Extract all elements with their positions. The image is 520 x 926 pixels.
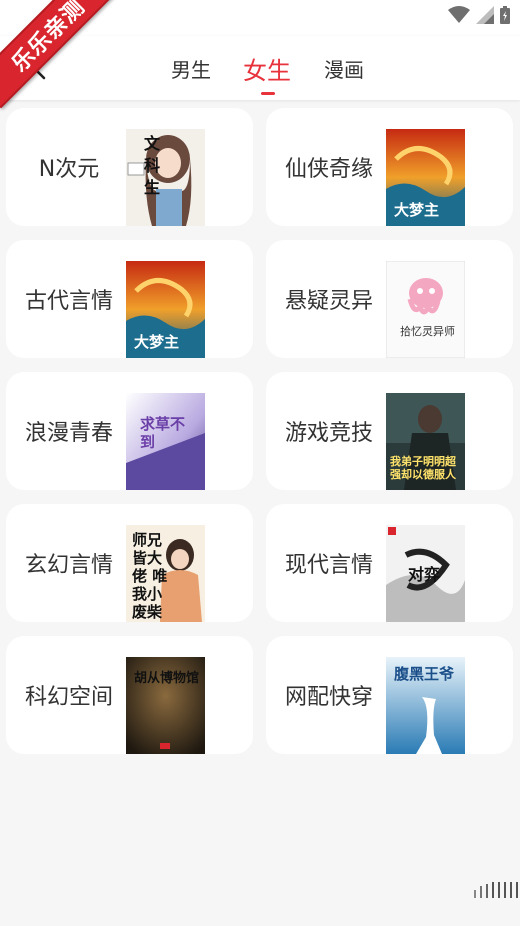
category-label: 仙侠奇缘 bbox=[284, 157, 373, 182]
category-card-modern-romance[interactable]: 现代言情 对弈 bbox=[266, 504, 513, 622]
book-cover: 大梦主 bbox=[126, 261, 205, 358]
category-card-scifi[interactable]: 科幻空间 胡从博物馆 bbox=[6, 636, 253, 754]
book-cover: 腹黑王爷 bbox=[386, 657, 465, 754]
category-label: 古代言情 bbox=[24, 289, 113, 314]
tab-male[interactable]: 男生 bbox=[171, 54, 211, 83]
tab-comics[interactable]: 漫画 bbox=[324, 54, 364, 83]
cover-title: 对弈 bbox=[408, 565, 441, 584]
category-card-fantasy-romance[interactable]: 玄幻言情 师兄皆大佬 唯我小废柴 bbox=[6, 504, 253, 622]
tab-female[interactable]: 女生 bbox=[243, 51, 291, 86]
book-cover: 师兄皆大佬 唯我小废柴 bbox=[126, 525, 205, 622]
signal-icon bbox=[476, 6, 494, 24]
active-tab-indicator bbox=[261, 92, 275, 95]
cover-title: 胡从博物馆 bbox=[134, 671, 200, 686]
category-label: 网配快穿 bbox=[284, 685, 373, 710]
cover-title: 我弟子明明超强却以德服人 bbox=[390, 455, 456, 481]
category-card-ancient-romance[interactable]: 古代言情 大梦主 bbox=[6, 240, 253, 358]
cover-title: 拾忆灵异师 bbox=[400, 325, 455, 338]
category-card-youth-romance[interactable]: 浪漫青春 求草不到 bbox=[6, 372, 253, 490]
status-icons bbox=[448, 6, 510, 24]
cover-title: 求草不到 bbox=[140, 415, 186, 451]
category-label: 游戏竞技 bbox=[284, 421, 373, 446]
battery-icon bbox=[500, 6, 510, 24]
book-cover: 我弟子明明超强却以德服人 bbox=[386, 393, 465, 490]
category-card-xianxia[interactable]: 仙侠奇缘 大梦主 bbox=[266, 108, 513, 226]
cover-title: 文科生 bbox=[144, 134, 161, 197]
book-cover: 拾忆灵异师 bbox=[386, 261, 465, 358]
category-card-gaming[interactable]: 游戏竞技 我弟子明明超强却以德服人 bbox=[266, 372, 513, 490]
category-label: 悬疑灵异 bbox=[284, 289, 373, 314]
category-card-suspense[interactable]: 悬疑灵异 拾忆灵异师 bbox=[266, 240, 513, 358]
book-cover: 胡从博物馆 bbox=[126, 657, 205, 754]
gender-tabs: 男生 女生 漫画 bbox=[0, 36, 520, 100]
wifi-icon bbox=[448, 6, 470, 23]
category-card-n-ciyuan[interactable]: N次元 文科生 bbox=[6, 108, 253, 226]
category-label: 玄幻言情 bbox=[24, 553, 113, 578]
category-label: 科幻空间 bbox=[24, 685, 113, 710]
book-cover: 求草不到 bbox=[126, 393, 205, 490]
cover-title: 师兄皆大佬 唯我小废柴 bbox=[132, 531, 168, 621]
book-cover: 文科生 bbox=[126, 129, 205, 226]
category-label: 浪漫青春 bbox=[24, 421, 113, 446]
scroll-hint-icon bbox=[474, 882, 518, 898]
cover-title: 腹黑王爷 bbox=[394, 665, 455, 683]
category-label: 现代言情 bbox=[284, 553, 373, 578]
top-nav-bar: 男生 女生 漫画 bbox=[0, 36, 520, 100]
book-cover: 大梦主 bbox=[386, 129, 465, 226]
book-cover: 对弈 bbox=[386, 525, 465, 622]
cover-title: 大梦主 bbox=[134, 333, 180, 351]
category-label: N次元 bbox=[38, 157, 100, 182]
category-card-quick-transmigration[interactable]: 网配快穿 腹黑王爷 bbox=[266, 636, 513, 754]
cover-title: 大梦主 bbox=[394, 201, 440, 219]
